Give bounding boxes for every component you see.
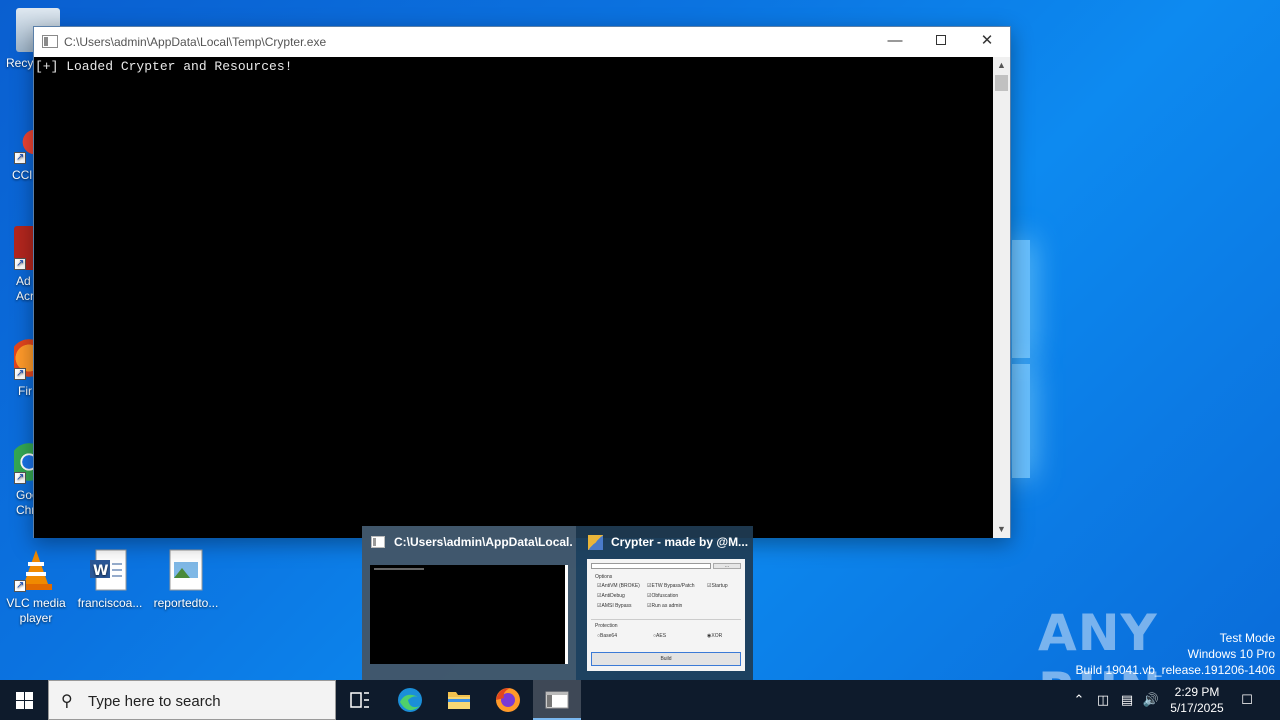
close-button[interactable]: ✕ — [964, 27, 1010, 57]
desktop-icon-label: Ad Acr — [16, 274, 34, 303]
protection-aes: AES — [653, 633, 666, 639]
windows-test-mode-watermark: Test Mode Windows 10 Pro Build 19041.vb_… — [1076, 630, 1276, 678]
security-icon[interactable]: ◫ — [1092, 680, 1114, 720]
minimize-button[interactable]: — — [872, 27, 918, 57]
taskbar-file-explorer[interactable] — [435, 680, 483, 720]
option-run-as-admin: Run as admin — [647, 603, 682, 609]
maximize-button[interactable] — [918, 27, 964, 57]
test-mode-text: Test Mode — [1219, 631, 1275, 645]
maximize-icon — [936, 35, 946, 45]
console-output-area[interactable]: [+] Loaded Crypter and Resources! — [34, 57, 994, 538]
clock-time: 2:29 PM — [1174, 685, 1220, 699]
start-button[interactable] — [0, 680, 48, 720]
taskbar: ⚲ Type here to search ⌃ ◫ ▤ 🔊 2:29 PM 5/… — [0, 680, 1280, 720]
desktop-icon-image-file[interactable]: reportedto... — [148, 548, 224, 611]
notification-center-icon[interactable]: ☐ — [1234, 680, 1260, 720]
image-file-icon — [164, 548, 208, 592]
crypter-preview: ... Options AntiVM (BROKE) ETW Bypass/Pa… — [587, 559, 745, 671]
scroll-down-arrow-icon[interactable]: ▼ — [993, 521, 1010, 538]
desktop-icon-label: reportedto... — [153, 596, 219, 610]
vlc-cone-icon — [14, 548, 58, 593]
option-antivm: AntiVM (BROKE) — [597, 583, 639, 589]
taskbar-edge[interactable] — [386, 680, 434, 720]
scroll-up-arrow-icon[interactable]: ▲ — [993, 57, 1010, 74]
taskbar-console-app[interactable] — [533, 680, 581, 720]
task-view-button[interactable] — [336, 680, 384, 720]
option-amsi-bypass: AMSI Bypass — [597, 603, 631, 609]
console-output-text: [+] Loaded Crypter and Resources! — [35, 59, 293, 74]
word-document-icon: W — [88, 548, 132, 592]
build-button: Build — [591, 652, 741, 666]
scrollbar-thumb[interactable] — [995, 75, 1008, 91]
console-titlebar[interactable]: C:\Users\admin\AppData\Local\Temp\Crypte… — [34, 27, 1010, 57]
protection-xor: XOR — [707, 633, 722, 639]
option-etw-bypass: ETW Bypass/Patch — [647, 583, 694, 589]
task-view-icon — [350, 692, 369, 708]
desktop-icon-label: franciscoa... — [77, 596, 143, 610]
console-scrollbar[interactable]: ▲ ▼ — [993, 57, 1010, 538]
volume-icon[interactable]: 🔊 — [1140, 680, 1162, 720]
thumbnail-title: Crypter - made by @M... — [611, 535, 749, 549]
folder-icon — [448, 692, 470, 709]
protection-label: Protection — [595, 623, 618, 629]
console-window-icon — [545, 691, 569, 709]
console-thumb-icon — [371, 536, 385, 548]
tray-overflow-chevron-icon[interactable]: ⌃ — [1068, 680, 1090, 720]
desktop-icon-word-doc[interactable]: W franciscoa... — [72, 548, 148, 611]
windows-edition-text: Windows 10 Pro — [1187, 647, 1275, 661]
windows-logo-wallpaper — [1012, 240, 1032, 480]
divider — [591, 619, 741, 620]
search-placeholder: Type here to search — [88, 693, 221, 710]
svg-text:W: W — [93, 563, 108, 579]
console-title: C:\Users\admin\AppData\Local\Temp\Crypte… — [64, 35, 327, 49]
protection-base64: Base64 — [597, 633, 617, 639]
search-icon: ⚲ — [61, 693, 73, 710]
console-window[interactable]: C:\Users\admin\AppData\Local\Temp\Crypte… — [33, 26, 1011, 538]
edge-icon — [398, 688, 422, 712]
network-icon[interactable]: ▤ — [1116, 680, 1138, 720]
taskbar-search-box[interactable]: ⚲ Type here to search — [48, 680, 336, 720]
thumbnail-console[interactable]: C:\Users\admin\AppData\Local... — [362, 526, 576, 680]
option-antidebug: AntiDebug — [597, 593, 624, 599]
browse-button: ... — [713, 563, 741, 569]
options-label: Options — [595, 574, 613, 580]
thumbnail-title: C:\Users\admin\AppData\Local... — [394, 535, 572, 549]
taskbar-firefox[interactable] — [484, 680, 532, 720]
taskbar-clock[interactable]: 2:29 PM 5/17/2025 — [1164, 684, 1230, 716]
build-text: Build 19041.vb_release.191206-1406 — [1075, 663, 1276, 677]
clock-date: 5/17/2025 — [1170, 701, 1224, 715]
firefox-icon — [496, 688, 520, 712]
taskbar-thumbnail-popup: C:\Users\admin\AppData\Local... Crypter … — [362, 526, 753, 680]
crypter-app-icon — [588, 535, 603, 550]
console-app-icon — [42, 35, 58, 48]
desktop-icon-vlc[interactable]: VLC media player — [0, 548, 74, 626]
path-field — [591, 563, 711, 569]
console-preview — [370, 565, 568, 664]
desktop-icon-label: Goo Chr — [16, 488, 39, 517]
option-startup: Startup — [707, 583, 727, 589]
option-obfuscation: Obfuscation — [647, 593, 678, 599]
desktop-icon-label: VLC media player — [6, 596, 66, 625]
